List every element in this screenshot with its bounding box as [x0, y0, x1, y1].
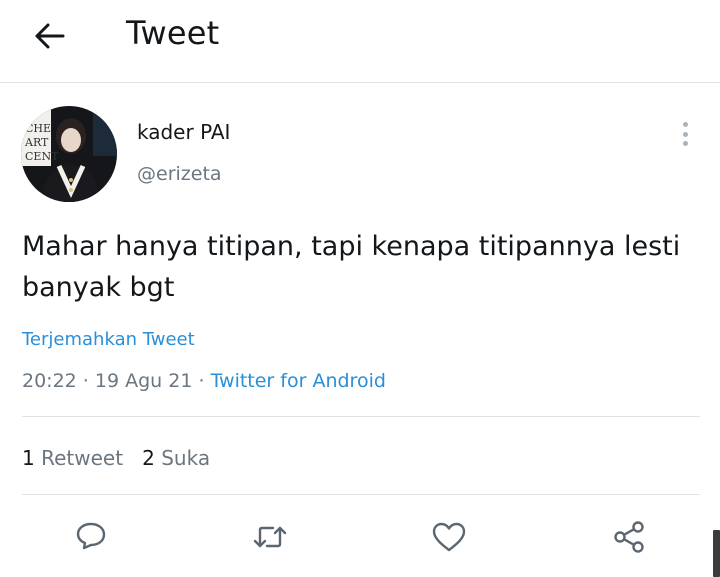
tweet-date: 19 Agu 21 — [94, 370, 193, 392]
author-display-name[interactable]: kader PAI — [137, 120, 230, 144]
back-button[interactable] — [30, 18, 70, 54]
retweet-count: 1 — [22, 446, 35, 470]
share-button[interactable] — [607, 515, 651, 559]
heart-icon — [432, 522, 466, 552]
share-icon — [614, 521, 644, 553]
tweet-time: 20:22 — [22, 370, 77, 392]
page-title: Tweet — [126, 14, 220, 52]
avatar-backdrop-text-2: ART — [24, 136, 49, 149]
more-options-button[interactable] — [674, 118, 696, 150]
retweets-stat[interactable]: 1 Retweet — [22, 446, 123, 470]
top-bar: Tweet — [0, 0, 720, 83]
tweet-meta: 20:22 · 19 Agu 21 · Twitter for Android — [22, 370, 386, 392]
divider — [22, 494, 700, 495]
reply-button[interactable] — [69, 515, 113, 559]
tweet-text: Mahar hanya titipan, tapi kenapa titipan… — [22, 231, 681, 303]
scrollbar[interactable] — [713, 530, 720, 577]
like-label: Suka — [161, 446, 211, 470]
divider — [22, 416, 700, 417]
reply-icon — [76, 522, 106, 550]
meta-separator: · — [76, 370, 95, 392]
arrow-left-icon — [35, 23, 65, 49]
action-bar — [0, 515, 720, 565]
retweet-icon — [253, 526, 287, 548]
avatar-backdrop-text-3: CENT — [25, 150, 59, 163]
translate-tweet-link[interactable]: Terjemahkan Tweet — [22, 329, 195, 350]
like-count: 2 — [142, 446, 155, 470]
likes-stat[interactable]: 2 Suka — [142, 446, 210, 470]
avatar[interactable]: CHE ART CENT — [21, 106, 117, 202]
tweet-stats: 1 Retweet 2 Suka — [22, 446, 210, 470]
author-handle[interactable]: @erizeta — [137, 163, 222, 185]
like-button[interactable] — [427, 515, 471, 559]
retweet-button[interactable] — [248, 515, 292, 559]
meta-separator: · — [192, 370, 211, 392]
retweet-label: Retweet — [41, 446, 124, 470]
more-vertical-icon — [682, 122, 688, 127]
avatar-backdrop-text-1: CHE — [25, 122, 51, 135]
tweet-source-link[interactable]: Twitter for Android — [211, 370, 386, 392]
